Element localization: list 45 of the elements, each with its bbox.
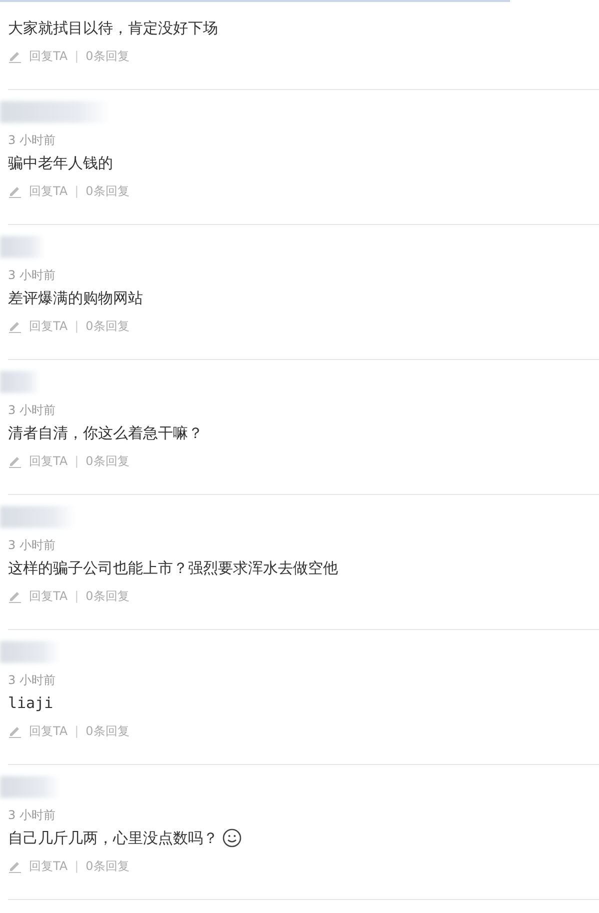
blurred-username (0, 776, 60, 798)
reply-count-link[interactable]: 0条回复 (86, 182, 130, 200)
pencil-icon (8, 49, 22, 63)
reply-link[interactable]: 回复TA (29, 588, 68, 604)
pencil-icon (8, 184, 22, 198)
reply-count-link[interactable]: 0条回复 (86, 722, 130, 740)
separator: | (74, 454, 79, 468)
comment-time: 3 小时前 (8, 672, 56, 689)
reply-link[interactable]: 回复TA (29, 722, 68, 740)
reply-link[interactable]: 回复TA (29, 182, 68, 200)
separator: | (74, 319, 79, 333)
comment-text: 这样的骗子公司也能上市？强烈要求浑水去做空他 (8, 558, 338, 579)
reply-link[interactable]: 回复TA (29, 318, 68, 334)
pencil-icon (8, 589, 22, 603)
pencil-icon (8, 454, 22, 468)
reply-link[interactable]: 回复TA (29, 452, 68, 470)
separator: | (74, 49, 79, 63)
blurred-username (0, 236, 45, 258)
comment-text: liaji (8, 693, 54, 714)
comment-time: 3 小时前 (8, 132, 56, 149)
separator: | (74, 184, 79, 198)
comment-time: 3 小时前 (8, 267, 56, 284)
pencil-icon (8, 319, 22, 333)
separator: | (74, 859, 79, 873)
comment-time: 3 小时前 (8, 402, 56, 419)
separator: | (74, 589, 79, 603)
reply-count-link[interactable]: 0条回复 (86, 858, 130, 874)
blurred-username (0, 641, 60, 663)
reply-count-link[interactable]: 0条回复 (86, 452, 130, 470)
comment-text: 清者自清，你这么着急干嘛？ (8, 423, 203, 444)
blurred-username (0, 371, 40, 393)
reply-count-link[interactable]: 0条回复 (86, 318, 130, 334)
comment-time: 3 小时前 (8, 807, 56, 824)
pencil-icon (8, 724, 22, 738)
reply-link[interactable]: 回复TA (29, 48, 68, 64)
reply-link[interactable]: 回复TA (29, 858, 68, 874)
pencil-icon (8, 859, 22, 873)
comment-text: 差评爆满的购物网站 (8, 288, 143, 309)
comment-text: 骗中老年人钱的 (8, 153, 113, 174)
separator: | (74, 724, 79, 738)
comment-text: 大家就拭目以待，肯定没好下场 (8, 18, 218, 39)
reply-count-link[interactable]: 0条回复 (86, 48, 130, 64)
comment-text: 自己几斤几两，心里没点数吗？ (8, 828, 218, 849)
comment-time: 3 小时前 (8, 537, 56, 554)
reply-count-link[interactable]: 0条回复 (86, 588, 130, 604)
